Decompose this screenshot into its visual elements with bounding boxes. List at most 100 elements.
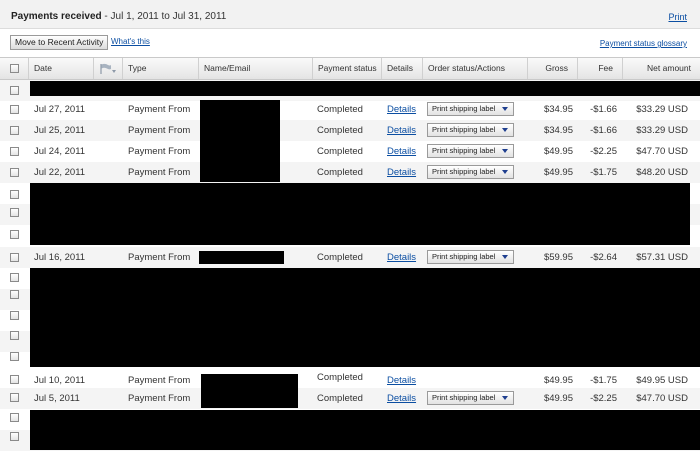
row-checkbox[interactable]: [10, 393, 19, 402]
table-row[interactable]: Jul 16, 2011 Payment From Completed Deta…: [0, 247, 700, 268]
row-checkbox[interactable]: [10, 290, 19, 299]
chevron-down-icon: [502, 255, 508, 259]
table-row[interactable]: Jul 25, 2011 Payment From Completed Deta…: [0, 120, 700, 141]
row-details-link[interactable]: Details: [387, 99, 416, 120]
move-to-recent-activity-button[interactable]: Move to Recent Activity: [10, 35, 109, 50]
row-net: $48.20 USD: [636, 167, 688, 178]
column-net-amount[interactable]: Net amount: [622, 58, 700, 79]
order-action-label: Print shipping label: [432, 167, 496, 176]
row-type: Payment From: [128, 104, 191, 115]
row-type: Payment From: [128, 125, 191, 136]
redacted-name-email: [199, 251, 284, 264]
column-type[interactable]: Type: [122, 58, 198, 79]
row-gross: $59.95: [543, 252, 573, 263]
table-row[interactable]: Jul 27, 2011 Payment From Completed Deta…: [0, 99, 700, 120]
row-checkbox[interactable]: [10, 311, 19, 320]
order-action-label: Print shipping label: [432, 252, 496, 261]
row-details-link[interactable]: Details: [387, 162, 416, 183]
row-checkbox[interactable]: [10, 352, 19, 361]
row-checkbox[interactable]: [10, 432, 19, 441]
row-checkbox[interactable]: [10, 147, 19, 156]
row-net: $47.70 USD: [636, 393, 688, 404]
redacted-name-email: [201, 374, 298, 408]
print-link[interactable]: Print: [668, 12, 687, 22]
order-action-select[interactable]: Print shipping label: [427, 250, 514, 264]
table-row[interactable]: Jul 24, 2011 Payment From Completed Deta…: [0, 141, 700, 162]
row-checkbox[interactable]: [10, 168, 19, 177]
column-date[interactable]: Date: [28, 58, 93, 79]
row-type: Payment From: [128, 252, 191, 263]
title-bold: Payments received: [11, 11, 102, 22]
order-action-label: Print shipping label: [432, 393, 496, 402]
row-checkbox[interactable]: [10, 230, 19, 239]
row-gross: $49.95: [543, 146, 573, 157]
page-header: Payments received - Jul 1, 2011 to Jul 3…: [0, 0, 700, 29]
row-status: Completed: [317, 393, 363, 404]
row-checkbox[interactable]: [10, 105, 19, 114]
column-flag[interactable]: [93, 58, 122, 79]
row-status: Completed: [317, 146, 363, 157]
row-status: Completed: [317, 252, 363, 263]
row-checkbox[interactable]: [10, 126, 19, 135]
column-payment-status[interactable]: Payment status: [312, 58, 381, 79]
row-gross: $49.95: [543, 167, 573, 178]
chevron-down-icon: [502, 107, 508, 111]
order-action-select[interactable]: Print shipping label: [427, 391, 514, 405]
column-fee[interactable]: Fee: [577, 58, 622, 79]
payment-status-glossary-link[interactable]: Payment status glossary: [600, 39, 687, 48]
chevron-down-icon: [502, 396, 508, 400]
row-status: Completed: [317, 372, 363, 383]
order-action-label: Print shipping label: [432, 146, 496, 155]
row-checkbox[interactable]: [10, 273, 19, 282]
row-details-link[interactable]: Details: [387, 388, 416, 409]
row-checkbox[interactable]: [10, 208, 19, 217]
row-date: Jul 25, 2011: [34, 125, 86, 136]
column-gross[interactable]: Gross: [527, 58, 577, 79]
action-bar: Move to Recent Activity What's this Paym…: [0, 29, 700, 57]
row-date: Jul 16, 2011: [34, 252, 86, 263]
page-title: Payments received - Jul 1, 2011 to Jul 3…: [11, 11, 226, 22]
row-checkbox[interactable]: [10, 253, 19, 262]
table-header: Date Type Name/Email Payment status Deta…: [0, 57, 700, 80]
row-status: Completed: [317, 125, 363, 136]
row-gross: $34.95: [543, 104, 573, 115]
row-checkbox[interactable]: [10, 86, 19, 95]
whats-this-link[interactable]: What's this: [111, 37, 150, 46]
row-date: Jul 27, 2011: [34, 104, 86, 115]
row-checkbox[interactable]: [10, 190, 19, 199]
flag-icon: [100, 63, 116, 74]
order-action-select[interactable]: Print shipping label: [427, 123, 514, 137]
table-row[interactable]: Jul 22, 2011 Payment From Completed Deta…: [0, 162, 700, 183]
row-details-link[interactable]: Details: [387, 247, 416, 268]
row-type: Payment From: [128, 146, 191, 157]
row-details-link[interactable]: Details: [387, 120, 416, 141]
row-net: $57.31 USD: [636, 252, 688, 263]
row-details-link[interactable]: Details: [387, 141, 416, 162]
row-net: $33.29 USD: [636, 125, 688, 136]
order-action-select[interactable]: Print shipping label: [427, 144, 514, 158]
chevron-down-icon: [502, 149, 508, 153]
row-date: Jul 5, 2011: [34, 393, 80, 404]
order-action-select[interactable]: Print shipping label: [427, 165, 514, 179]
title-date-range: - Jul 1, 2011 to Jul 31, 2011: [101, 11, 227, 22]
row-type: Payment From: [128, 393, 191, 404]
redacted-region: [30, 183, 690, 245]
row-checkbox[interactable]: [10, 375, 19, 384]
row-checkbox[interactable]: [10, 413, 19, 422]
chevron-down-icon: [502, 128, 508, 132]
row-gross: $49.95: [543, 393, 573, 404]
row-checkbox[interactable]: [10, 331, 19, 340]
row-net: $33.29 USD: [636, 104, 688, 115]
row-type: Payment From: [128, 167, 191, 178]
order-action-select[interactable]: Print shipping label: [427, 102, 514, 116]
column-name-email[interactable]: Name/Email: [198, 58, 312, 79]
redacted-name-email: [200, 100, 280, 182]
order-action-label: Print shipping label: [432, 104, 496, 113]
row-date: Jul 22, 2011: [34, 167, 86, 178]
row-net: $47.70 USD: [636, 146, 688, 157]
redacted-region: [30, 81, 700, 96]
select-all-checkbox[interactable]: [10, 64, 19, 73]
order-action-label: Print shipping label: [432, 125, 496, 134]
row-gross: $34.95: [543, 125, 573, 136]
table-row[interactable]: Jul 5, 2011 Payment From Completed Detai…: [0, 388, 700, 409]
